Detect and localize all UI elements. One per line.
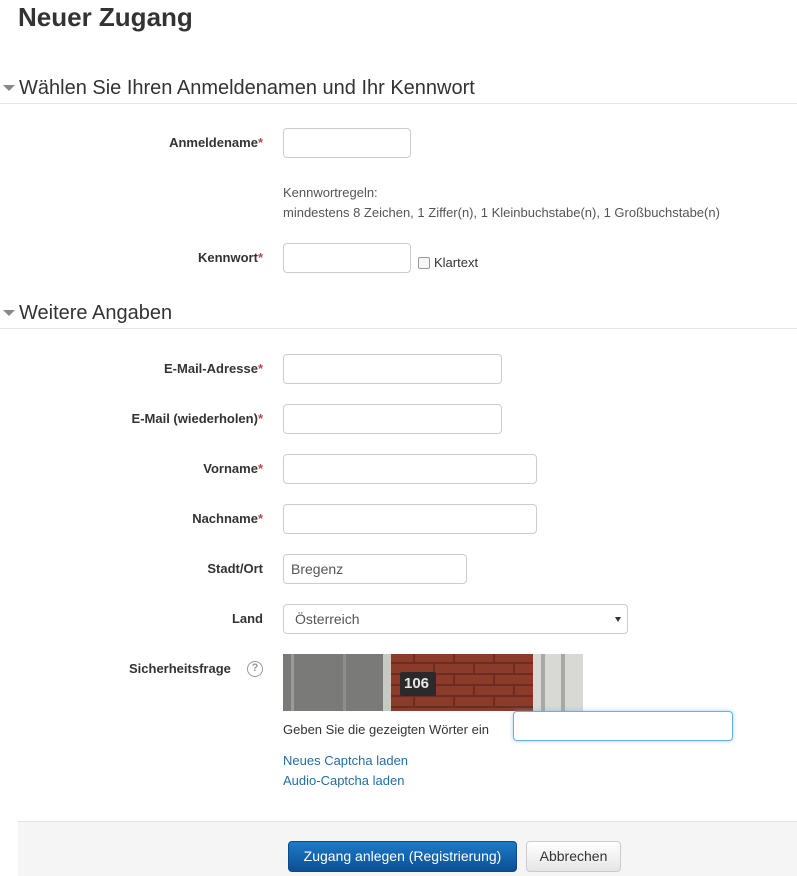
- captcha-prompt: Geben Sie die gezeigten Wörter ein: [283, 722, 489, 737]
- cancel-button[interactable]: Abbrechen: [526, 841, 621, 872]
- captcha-image: 106: [283, 654, 583, 711]
- firstname-input[interactable]: [283, 454, 537, 484]
- section-legend-login[interactable]: Wählen Sie Ihren Anmeldenamen und Ihr Ke…: [19, 76, 475, 100]
- username-label-text: Anmeldename: [169, 135, 258, 150]
- password-rules: mindestens 8 Zeichen, 1 Ziffer(n), 1 Kle…: [283, 205, 720, 220]
- city-label: Stadt/Ort: [207, 561, 263, 576]
- username-label: Anmeldename*: [169, 134, 263, 152]
- required-marker: *: [257, 135, 263, 150]
- section-legend-more[interactable]: Weitere Angaben: [19, 301, 172, 325]
- email2-input[interactable]: [283, 404, 502, 434]
- password-label: Kennwort*: [198, 249, 263, 267]
- unmask-label[interactable]: Klartext: [434, 254, 478, 272]
- password-rules-title: Kennwortregeln:: [283, 185, 378, 200]
- security-question-label: Sicherheitsfrage: [129, 661, 231, 676]
- country-label: Land: [231, 611, 263, 626]
- submit-button[interactable]: Zugang anlegen (Registrierung): [288, 841, 517, 872]
- firstname-label: Vorname*: [203, 460, 263, 478]
- required-marker: *: [257, 411, 263, 426]
- city-input[interactable]: Bregenz: [283, 554, 467, 584]
- lastname-label-text: Nachname: [192, 511, 258, 526]
- question-circle-icon[interactable]: ?: [247, 661, 263, 677]
- firstname-label-text: Vorname: [203, 461, 258, 476]
- email-label-text: E-Mail-Adresse: [164, 361, 258, 376]
- section-header-more[interactable]: Weitere Angaben: [0, 297, 797, 329]
- email2-label-text: E-Mail (wiederholen): [131, 411, 258, 426]
- username-input[interactable]: [283, 128, 411, 158]
- section-header-login[interactable]: Wählen Sie Ihren Anmeldenamen und Ihr Ke…: [0, 72, 797, 104]
- captcha-photo: [283, 654, 583, 711]
- audio-captcha-link[interactable]: Audio-Captcha laden: [283, 772, 404, 790]
- required-marker: *: [257, 461, 263, 476]
- email2-label: E-Mail (wiederholen)*: [132, 410, 263, 428]
- password-label-text: Kennwort: [197, 250, 258, 265]
- required-marker: *: [257, 511, 263, 526]
- captcha-image-text: 106: [404, 675, 430, 692]
- required-marker: *: [257, 361, 263, 376]
- email-label: E-Mail-Adresse*: [164, 360, 263, 378]
- email-input[interactable]: [283, 354, 502, 384]
- new-captcha-link[interactable]: Neues Captcha laden: [283, 752, 408, 770]
- unmask-checkbox[interactable]: [418, 257, 430, 269]
- password-input[interactable]: [283, 243, 411, 273]
- caret-down-icon: [615, 617, 621, 622]
- lastname-label: Nachname*: [192, 510, 263, 528]
- triangle-down-icon[interactable]: [3, 310, 15, 316]
- triangle-down-icon[interactable]: [3, 85, 15, 91]
- country-select[interactable]: Österreich: [283, 604, 628, 634]
- page-title: Neuer Zugang: [18, 2, 193, 32]
- captcha-input[interactable]: [513, 711, 733, 741]
- lastname-input[interactable]: [283, 504, 537, 534]
- required-marker: *: [257, 250, 263, 265]
- country-select-value: Österreich: [295, 611, 360, 627]
